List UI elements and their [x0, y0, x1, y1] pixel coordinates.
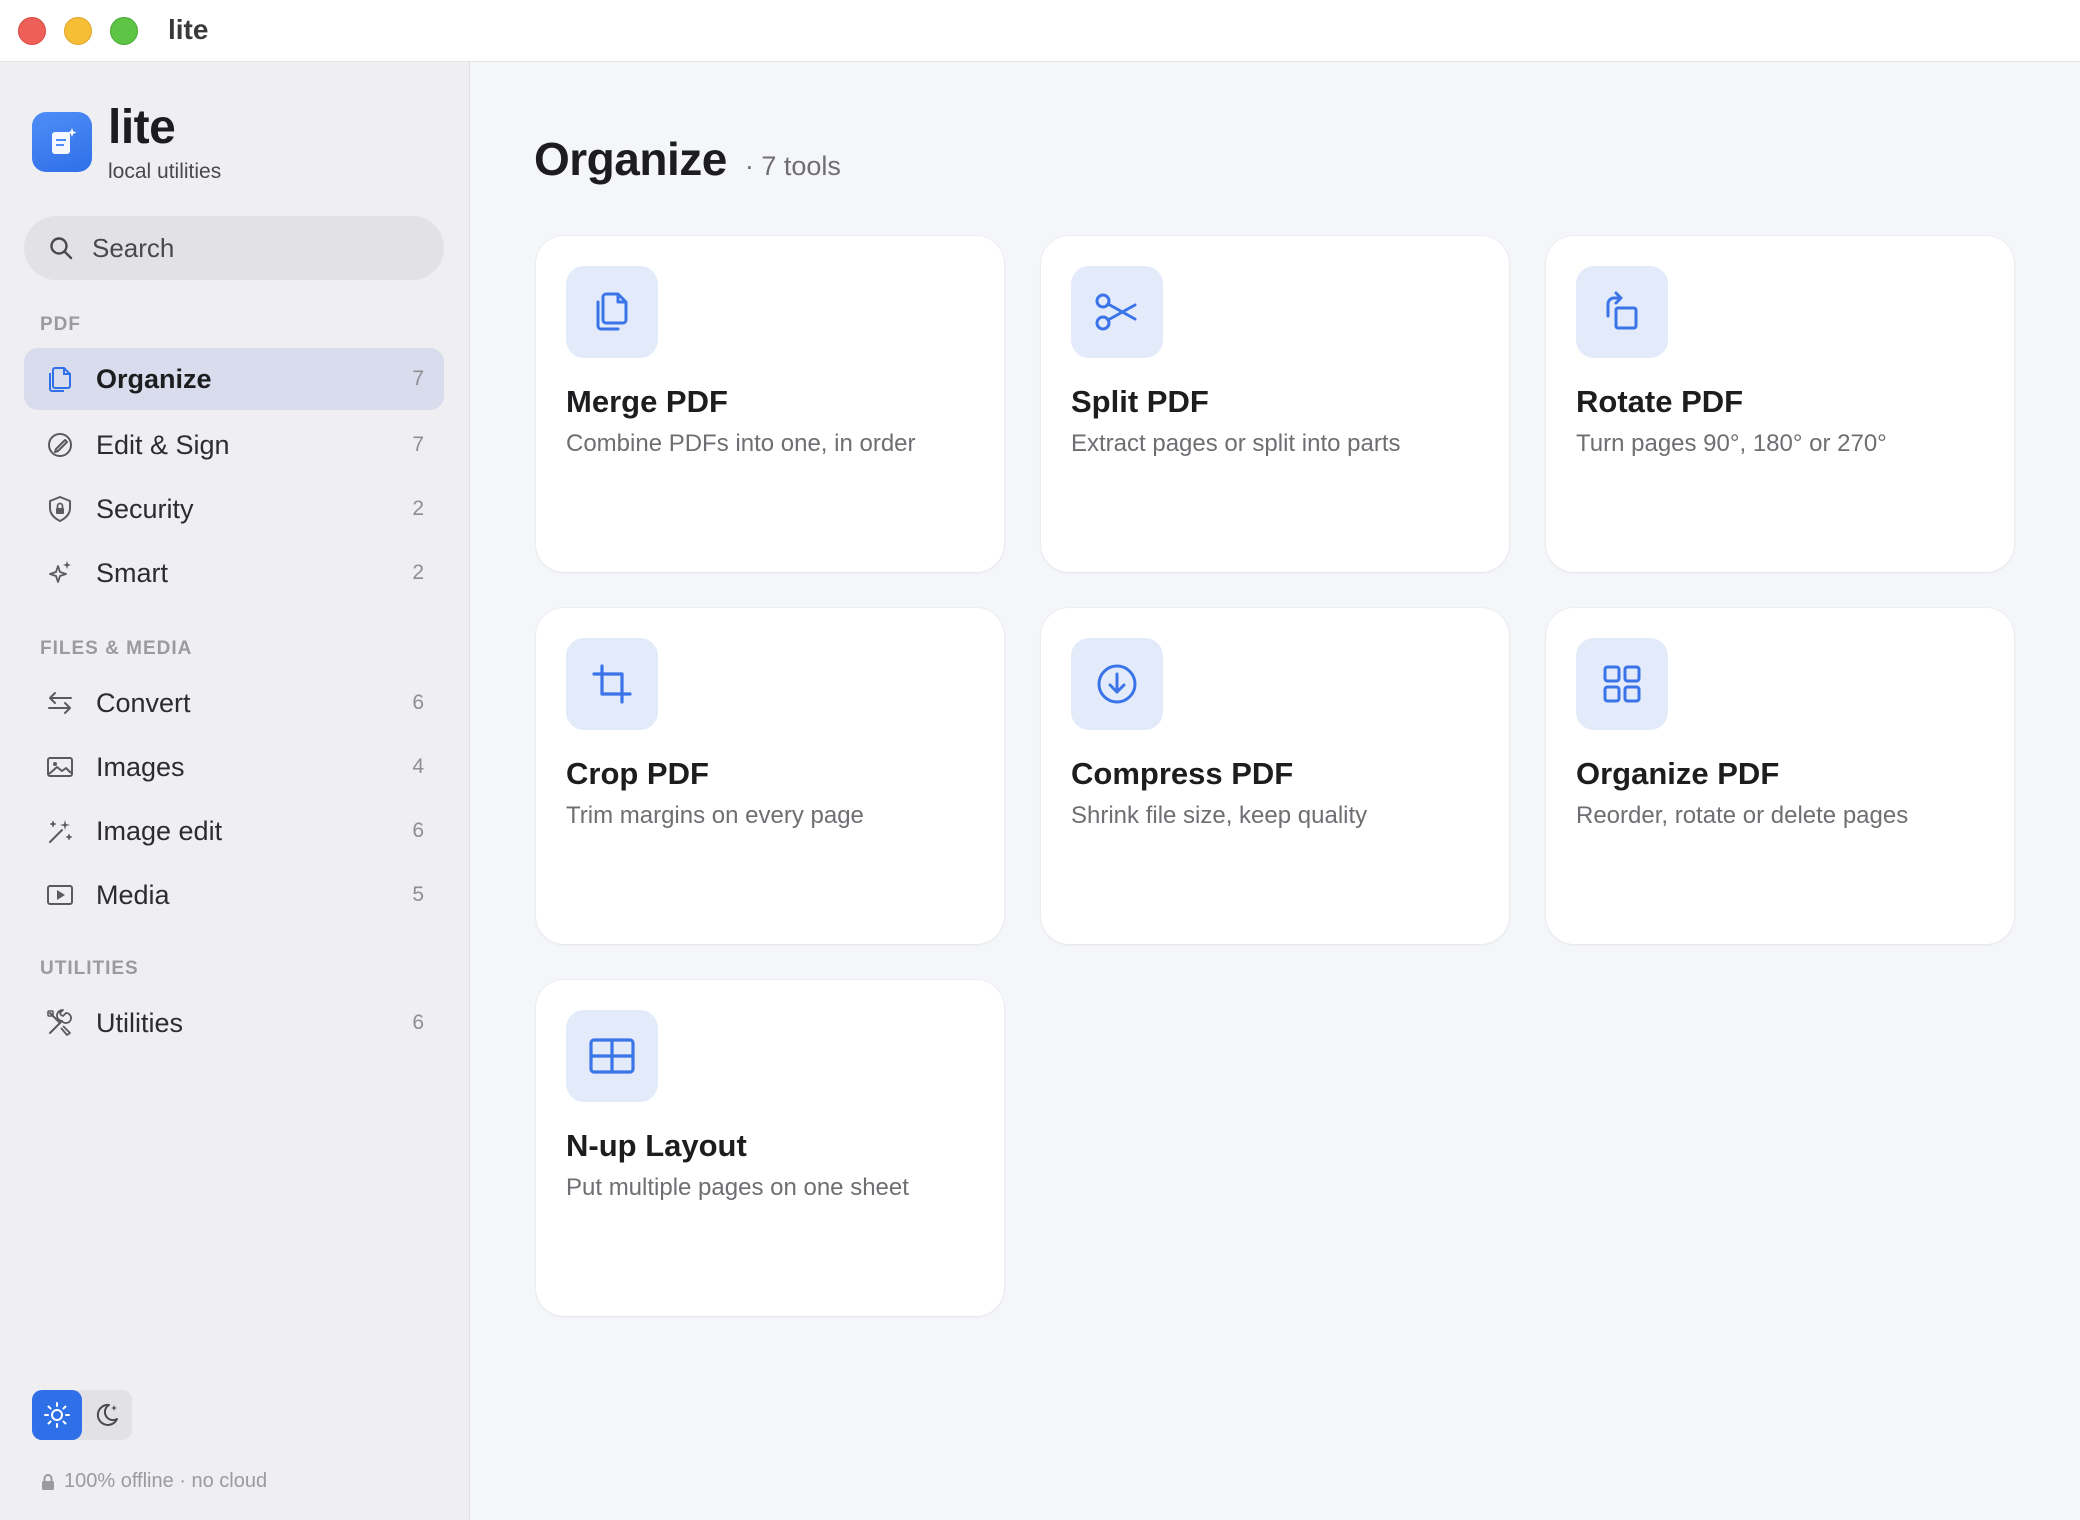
- card-description: Shrink file size, keep quality: [1071, 802, 1368, 829]
- offline-text: 100% offline · no cloud: [64, 1470, 268, 1492]
- tool-card-crop-pdf[interactable]: Crop PDF Trim margins on every page: [536, 608, 1004, 944]
- card-title: Split PDF: [1071, 384, 1209, 419]
- sidebar-item-count: 2: [412, 561, 424, 584]
- sidebar-item-label: Security: [96, 493, 194, 524]
- search-input[interactable]: Search: [24, 216, 444, 280]
- sidebar-item-label: Smart: [96, 557, 169, 588]
- sidebar-item-edit-sign[interactable]: Edit & Sign 7: [24, 414, 444, 476]
- brand: lite local utilities: [32, 102, 221, 184]
- grid-icon: [1576, 638, 1668, 730]
- card-description: Put multiple pages on one sheet: [566, 1174, 909, 1201]
- window-title: lite: [168, 14, 209, 45]
- sun-icon: [44, 1402, 70, 1428]
- sidebar-item-security[interactable]: Security 2: [24, 478, 444, 540]
- card-title: Organize PDF: [1576, 756, 1780, 791]
- scissors-icon: [1071, 266, 1163, 358]
- moon-icon: [96, 1403, 118, 1426]
- sidebar-item-smart[interactable]: Smart 2: [24, 542, 444, 604]
- merge-icon: [566, 266, 658, 358]
- tool-card-organize-pdf[interactable]: Organize PDF Reorder, rotate or delete p…: [1546, 608, 2014, 944]
- main-content: Organize · 7 tools Merge PDF Combine PDF…: [470, 62, 2080, 1520]
- sidebar-item-count: 6: [412, 819, 424, 842]
- card-description: Extract pages or split into parts: [1071, 430, 1401, 457]
- card-title: N-up Layout: [566, 1128, 747, 1163]
- sparkle-icon: [44, 557, 76, 589]
- card-title: Compress PDF: [1071, 756, 1294, 791]
- sidebar-item-label: Edit & Sign: [96, 429, 230, 460]
- sidebar-item-count: 7: [412, 433, 424, 456]
- search-icon: [50, 237, 73, 260]
- dark-theme-button[interactable]: [82, 1390, 132, 1440]
- sidebar-item-label: Image edit: [96, 815, 223, 846]
- sidebar-item-count: 2: [412, 497, 424, 520]
- sidebar-item-label: Organize: [96, 363, 212, 394]
- sidebar-item-images[interactable]: Images 4: [24, 736, 444, 798]
- app-name: lite: [108, 101, 176, 154]
- sidebar-item-label: Images: [96, 751, 185, 782]
- arrows-icon: [44, 687, 76, 719]
- search-placeholder: Search: [92, 232, 175, 263]
- sidebar-item-image-edit[interactable]: Image edit 6: [24, 800, 444, 862]
- maximize-window-button[interactable]: [110, 17, 138, 45]
- tool-count: · 7 tools: [744, 151, 841, 181]
- compress-icon: [1071, 638, 1163, 730]
- crop-icon: [566, 638, 658, 730]
- sidebar-item-count: 5: [412, 883, 424, 906]
- close-window-button[interactable]: [18, 17, 46, 45]
- sidebar-item-organize[interactable]: Organize 7: [24, 348, 444, 410]
- tools-icon: [44, 1007, 76, 1039]
- lock-icon: [42, 1473, 54, 1490]
- sidebar: lite local utilities Search PDF Organize…: [0, 62, 470, 1520]
- pen-icon: [44, 429, 76, 461]
- play-icon: [44, 879, 76, 911]
- sidebar-item-convert[interactable]: Convert 6: [24, 672, 444, 734]
- tool-card-compress-pdf[interactable]: Compress PDF Shrink file size, keep qual…: [1041, 608, 1509, 944]
- shield-icon: [44, 493, 76, 525]
- image-icon: [44, 751, 76, 783]
- light-theme-button[interactable]: [32, 1390, 82, 1440]
- pages-icon: [44, 363, 76, 395]
- window-controls: [18, 17, 138, 45]
- section-label-utilities: UTILITIES: [40, 958, 139, 979]
- sidebar-item-count: 6: [412, 1011, 424, 1034]
- page-title: Organize: [534, 133, 727, 185]
- app-subtitle: local utilities: [108, 160, 222, 183]
- layout-icon: [566, 1010, 658, 1102]
- tool-card-merge-pdf[interactable]: Merge PDF Combine PDFs into one, in orde…: [536, 236, 1004, 572]
- offline-status: 100% offline · no cloud: [40, 1470, 267, 1493]
- sidebar-item-utilities[interactable]: Utilities 6: [24, 992, 444, 1054]
- card-title: Rotate PDF: [1576, 384, 1744, 419]
- rotate-icon: [1576, 266, 1668, 358]
- tool-card-n-up-layout[interactable]: N-up Layout Put multiple pages on one sh…: [536, 980, 1004, 1316]
- sidebar-item-count: 6: [412, 691, 424, 714]
- sidebar-item-label: Media: [96, 879, 170, 910]
- sidebar-item-count: 4: [412, 755, 424, 778]
- card-description: Combine PDFs into one, in order: [566, 430, 916, 457]
- sidebar-item-label: Convert: [96, 687, 191, 718]
- card-title: Crop PDF: [566, 756, 709, 791]
- magic-wand-icon: [44, 815, 76, 847]
- theme-toggle: [32, 1390, 132, 1440]
- sidebar-item-count: 7: [412, 367, 424, 390]
- card-description: Reorder, rotate or delete pages: [1576, 802, 1909, 829]
- card-description: Turn pages 90°, 180° or 270°: [1576, 430, 1887, 457]
- card-title: Merge PDF: [566, 384, 728, 419]
- card-description: Trim margins on every page: [566, 802, 864, 829]
- tool-card-rotate-pdf[interactable]: Rotate PDF Turn pages 90°, 180° or 270°: [1546, 236, 2014, 572]
- section-label-pdf: PDF: [40, 314, 81, 335]
- sidebar-item-label: Utilities: [96, 1007, 184, 1038]
- tool-card-split-pdf[interactable]: Split PDF Extract pages or split into pa…: [1041, 236, 1509, 572]
- section-label-files-media: FILES & MEDIA: [40, 638, 193, 659]
- title-bar: lite: [0, 0, 2080, 62]
- sidebar-item-media[interactable]: Media 5: [24, 864, 444, 926]
- page-header: Organize · 7 tools: [534, 132, 841, 186]
- app-logo-icon: [32, 112, 92, 172]
- minimize-window-button[interactable]: [64, 17, 92, 45]
